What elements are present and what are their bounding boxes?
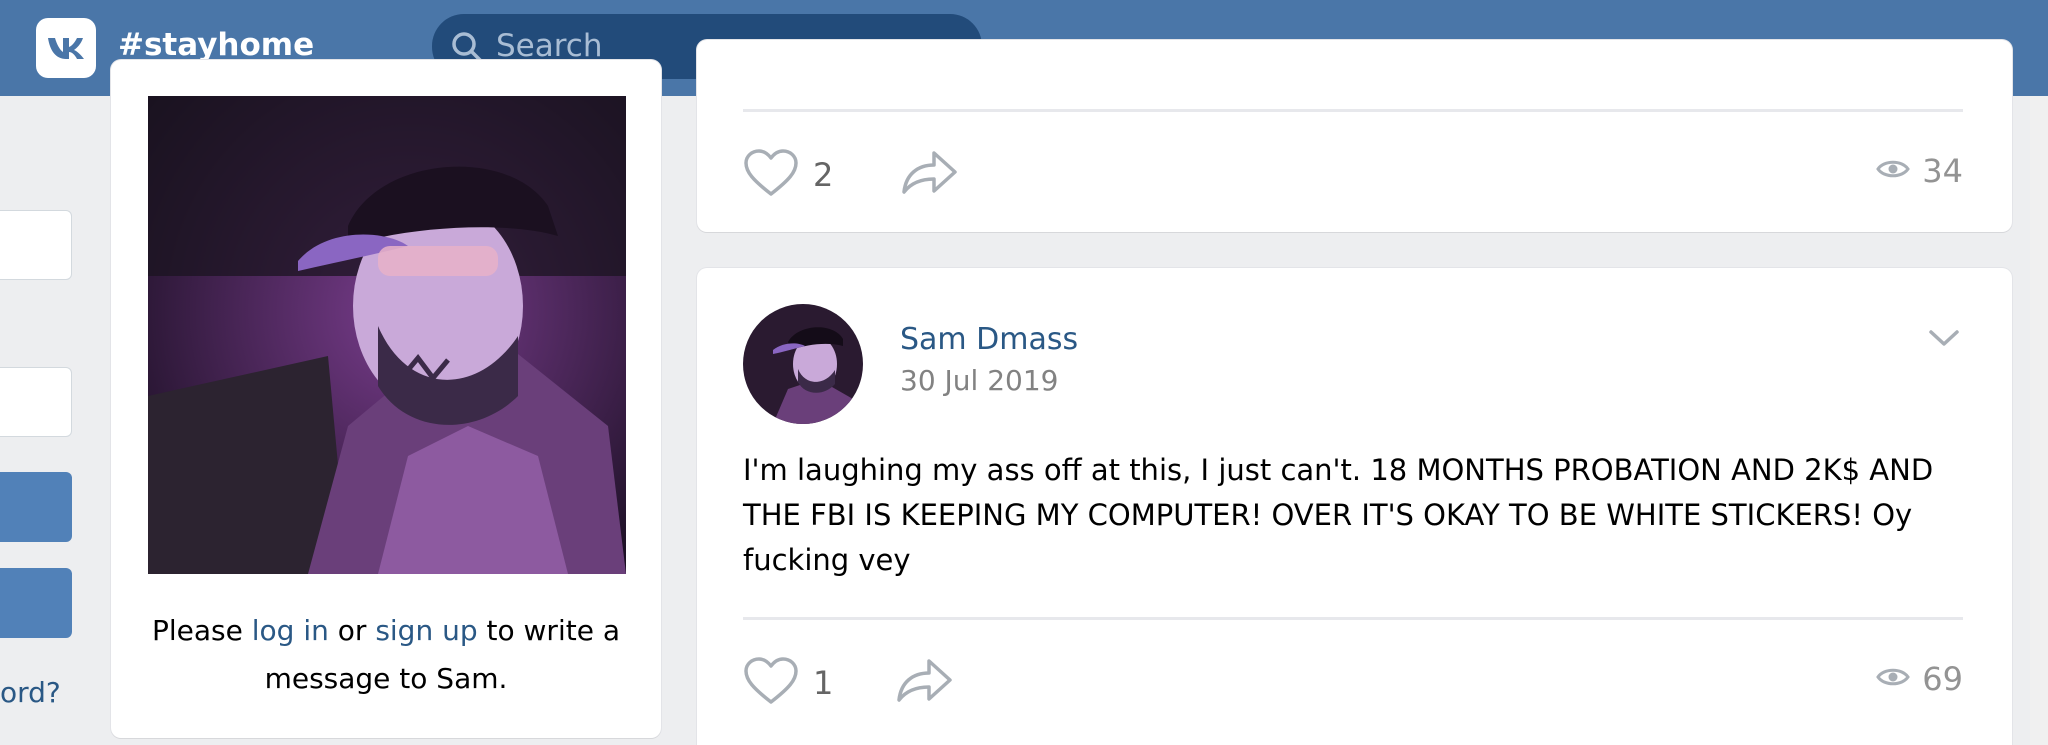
page-title[interactable]: #stayhome — [118, 27, 314, 63]
page-scrollbar[interactable] — [2030, 0, 2048, 745]
view-count: 69 — [1922, 660, 1963, 698]
wall-post: Sam Dmass 30 Jul 2019 I'm laughing my as… — [697, 268, 2012, 745]
signup-button[interactable] — [0, 568, 72, 638]
like-button[interactable]: 2 — [743, 148, 833, 202]
view-counter: 34 — [1876, 152, 1963, 190]
search-placeholder: Search — [496, 28, 603, 64]
share-arrow-icon — [900, 148, 958, 200]
eye-icon — [1876, 666, 1911, 692]
heart-icon — [743, 148, 799, 202]
profile-photo[interactable] — [148, 96, 626, 574]
share-arrow-icon — [895, 656, 953, 708]
login-email-field[interactable] — [0, 210, 72, 280]
post-divider — [743, 109, 1963, 112]
login-password-field[interactable] — [0, 367, 72, 437]
login-button[interactable] — [0, 472, 72, 542]
post-date[interactable]: 30 Jul 2019 — [900, 364, 1058, 397]
forgot-password-link[interactable]: ord? — [0, 676, 61, 709]
heart-icon — [743, 656, 799, 710]
eye-icon — [1876, 158, 1911, 184]
signup-link[interactable]: sign up — [375, 614, 477, 647]
vk-logo-icon[interactable] — [36, 18, 96, 78]
view-counter: 69 — [1876, 660, 1963, 698]
share-button[interactable] — [895, 656, 953, 708]
like-count: 2 — [813, 156, 834, 194]
post-text: I'm laughing my ass off at this, I just … — [743, 453, 1934, 577]
like-button[interactable]: 1 — [743, 656, 833, 710]
login-link[interactable]: log in — [252, 614, 329, 647]
post-divider — [743, 617, 1963, 620]
wall-post: 2 34 — [697, 40, 2012, 232]
chevron-down-icon[interactable] — [1928, 328, 1960, 352]
post-author-link[interactable]: Sam Dmass — [900, 322, 1078, 357]
like-count: 1 — [813, 664, 834, 702]
share-button[interactable] — [900, 148, 958, 200]
write-message-prompt: Please log in or sign up to write a mess… — [151, 614, 620, 695]
avatar[interactable] — [743, 304, 863, 424]
view-count: 34 — [1922, 152, 1963, 190]
